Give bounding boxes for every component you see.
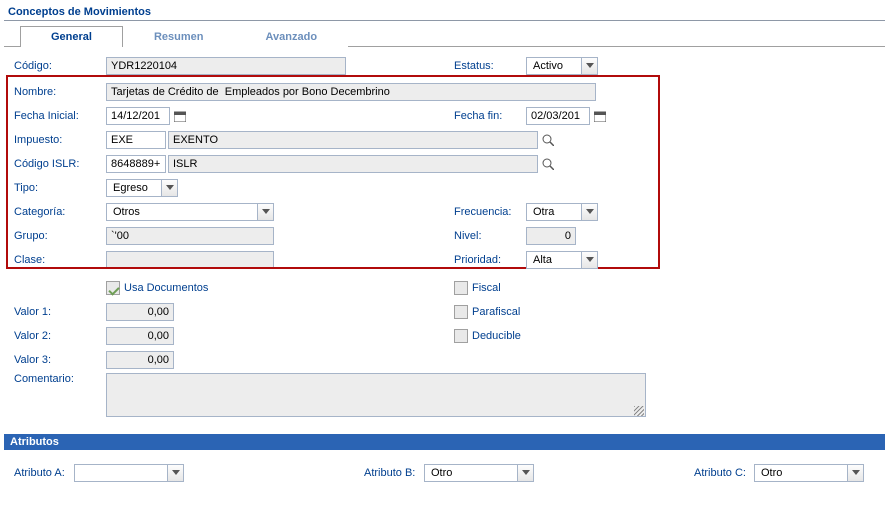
calendar-icon[interactable] <box>592 108 608 124</box>
comentario-field[interactable] <box>106 373 646 417</box>
label-impuesto: Impuesto: <box>14 134 106 146</box>
chevron-down-icon[interactable] <box>167 465 183 481</box>
label-estatus: Estatus: <box>454 60 526 72</box>
tab-general[interactable]: General <box>20 26 123 47</box>
fiscal-checkbox[interactable] <box>454 281 468 295</box>
label-nombre: Nombre: <box>14 86 106 98</box>
label-atributo-b: Atributo B: <box>364 467 416 479</box>
label-comentario: Comentario: <box>14 373 106 385</box>
tabs-bar: General Resumen Avanzado <box>4 25 885 47</box>
label-prioridad: Prioridad: <box>454 254 526 266</box>
label-parafiscal: Parafiscal <box>472 306 520 318</box>
atributo-a-select[interactable] <box>74 464 184 482</box>
label-codigo-islr: Código ISLR: <box>14 158 106 170</box>
label-deducible: Deducible <box>472 330 521 342</box>
atributo-b-select[interactable]: Otro <box>424 464 534 482</box>
page-title: Conceptos de Movimientos <box>4 4 885 21</box>
chevron-down-icon[interactable] <box>517 465 533 481</box>
atributo-c-select[interactable]: Otro <box>754 464 864 482</box>
prioridad-select[interactable]: Alta <box>526 251 598 269</box>
valor2-field[interactable] <box>106 327 174 345</box>
fecha-fin-field[interactable] <box>526 107 590 125</box>
codigo-field[interactable] <box>106 57 346 75</box>
label-fecha-fin: Fecha fin: <box>454 110 526 122</box>
fecha-inicial-field[interactable] <box>106 107 170 125</box>
label-atributo-a: Atributo A: <box>14 467 66 479</box>
islr-code-field[interactable] <box>106 155 166 173</box>
valor3-field[interactable] <box>106 351 174 369</box>
label-valor3: Valor 3: <box>14 354 106 366</box>
label-fecha-inicial: Fecha Inicial: <box>14 110 106 122</box>
attributes-bar: Atributos <box>4 434 885 450</box>
frecuencia-select[interactable]: Otra <box>526 203 598 221</box>
chevron-down-icon[interactable] <box>161 180 177 196</box>
attributes-row: Atributo A: Atributo B: Otro Atributo C:… <box>4 450 885 492</box>
search-icon[interactable] <box>540 132 556 148</box>
label-nivel: Nivel: <box>454 230 526 242</box>
label-clase: Clase: <box>14 254 106 266</box>
label-usa-documentos: Usa Documentos <box>124 282 208 294</box>
label-valor1: Valor 1: <box>14 306 106 318</box>
valor1-field[interactable] <box>106 303 174 321</box>
deducible-checkbox[interactable] <box>454 329 468 343</box>
chevron-down-icon[interactable] <box>847 465 863 481</box>
label-atributo-c: Atributo C: <box>694 467 746 479</box>
tab-resumen[interactable]: Resumen <box>123 26 235 47</box>
nombre-field[interactable] <box>106 83 596 101</box>
label-categoria: Categoría: <box>14 206 106 218</box>
search-icon[interactable] <box>540 156 556 172</box>
label-grupo: Grupo: <box>14 230 106 242</box>
estatus-select[interactable]: Activo <box>526 57 598 75</box>
chevron-down-icon[interactable] <box>581 204 597 220</box>
chevron-down-icon[interactable] <box>581 58 597 74</box>
chevron-down-icon[interactable] <box>257 204 273 220</box>
form-general: Código: Estatus: Activo Nombre: Fecha In… <box>4 47 885 430</box>
chevron-down-icon[interactable] <box>581 252 597 268</box>
clase-field[interactable] <box>106 251 274 269</box>
islr-desc-field[interactable] <box>168 155 538 173</box>
grupo-field[interactable] <box>106 227 274 245</box>
impuesto-code-field[interactable] <box>106 131 166 149</box>
categoria-select[interactable]: Otros <box>106 203 274 221</box>
calendar-icon[interactable] <box>172 108 188 124</box>
label-fiscal: Fiscal <box>472 282 501 294</box>
impuesto-desc-field[interactable] <box>168 131 538 149</box>
tipo-select[interactable]: Egreso <box>106 179 178 197</box>
tab-avanzado[interactable]: Avanzado <box>235 26 349 47</box>
usa-documentos-checkbox[interactable] <box>106 281 120 295</box>
label-valor2: Valor 2: <box>14 330 106 342</box>
parafiscal-checkbox[interactable] <box>454 305 468 319</box>
label-codigo: Código: <box>14 60 106 72</box>
label-tipo: Tipo: <box>14 182 106 194</box>
nivel-field[interactable] <box>526 227 576 245</box>
label-frecuencia: Frecuencia: <box>454 206 526 218</box>
